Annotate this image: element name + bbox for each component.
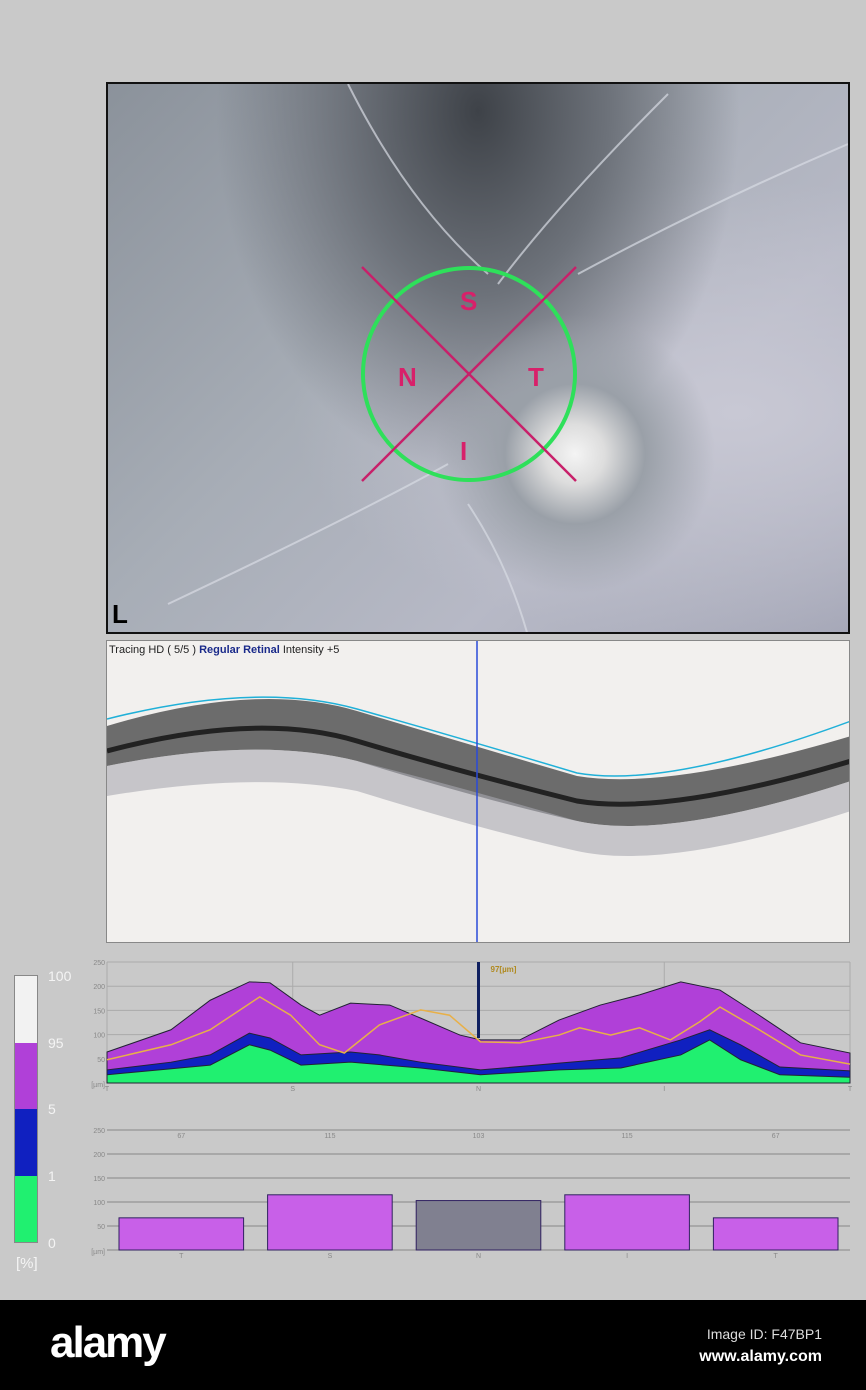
bar-category-label: S bbox=[328, 1253, 333, 1260]
x-tick-label: T bbox=[848, 1086, 853, 1093]
oct-layers bbox=[107, 641, 849, 942]
bar-value-label: 115 bbox=[324, 1133, 335, 1140]
bar-n bbox=[415, 1200, 542, 1251]
site-url: www.alamy.com bbox=[699, 1348, 822, 1365]
sector-n: N bbox=[398, 362, 417, 392]
y-axis-unit: [µm] bbox=[91, 1082, 105, 1089]
footer: alamy Image ID: F47BP1 www.alamy.com bbox=[0, 1300, 866, 1390]
sector-s: S bbox=[460, 286, 477, 316]
y-tick-label: 150 bbox=[93, 1008, 105, 1015]
bar-t bbox=[118, 1217, 245, 1251]
x-tick-label: S bbox=[290, 1086, 295, 1093]
sector-t: T bbox=[528, 362, 544, 392]
fundus-image: S N T I L bbox=[106, 82, 850, 634]
bar-category-label: N bbox=[476, 1253, 481, 1260]
x-tick-label: I bbox=[663, 1086, 665, 1093]
y-tick-label: 200 bbox=[93, 984, 105, 991]
bar-category-label: T bbox=[179, 1253, 184, 1260]
marker-value: 97[µm] bbox=[491, 965, 517, 974]
image-id: Image ID: F47BP1 bbox=[706, 1326, 822, 1342]
onh-overlay: S N T I bbox=[167, 84, 848, 632]
intensity-label: Intensity +5 bbox=[282, 644, 340, 656]
y-tick-label: 200 bbox=[93, 1152, 105, 1159]
y-tick-label: 250 bbox=[93, 960, 105, 967]
oct-title: Tracing HD ( 5/5 ) Regular Retinal Inten… bbox=[109, 644, 339, 656]
logo: alamy bbox=[50, 1318, 167, 1367]
bar-value-label: 103 bbox=[473, 1133, 485, 1140]
y-tick-label: 100 bbox=[93, 1033, 105, 1040]
x-tick-label: T bbox=[105, 1086, 110, 1093]
bar-value-label: 67 bbox=[772, 1133, 780, 1140]
x-tick-label: N bbox=[476, 1086, 481, 1093]
eye-label: L bbox=[112, 599, 128, 629]
bar-value-label: 67 bbox=[177, 1133, 185, 1140]
vessels bbox=[167, 84, 848, 632]
y-tick-label: 250 bbox=[93, 1128, 105, 1135]
sector-i: I bbox=[460, 436, 467, 466]
bar-s bbox=[267, 1194, 393, 1251]
thickness-charts: 50100150200250[µm]T S N I T97[µm]50100150200… bbox=[91, 960, 853, 1260]
y-tick-label: 50 bbox=[97, 1224, 105, 1231]
y-tick-label: 150 bbox=[93, 1176, 105, 1183]
y-axis-unit: [µm] bbox=[91, 1249, 105, 1256]
y-tick-label: 50 bbox=[97, 1057, 105, 1064]
bar-i bbox=[564, 1194, 690, 1251]
y-tick-label: 100 bbox=[93, 1200, 105, 1207]
oct-bscan: Tracing HD ( 5/5 ) Regular Retinal Inten… bbox=[106, 640, 850, 943]
bar-category-label: I bbox=[626, 1253, 628, 1260]
bar-value-label: 115 bbox=[622, 1133, 633, 1140]
bar-category-label: T bbox=[774, 1253, 779, 1260]
tracing-label: Tracing HD ( 5/5 ) bbox=[109, 644, 197, 656]
bar-t bbox=[712, 1217, 839, 1251]
mode-label: Regular Retinal bbox=[199, 644, 280, 656]
